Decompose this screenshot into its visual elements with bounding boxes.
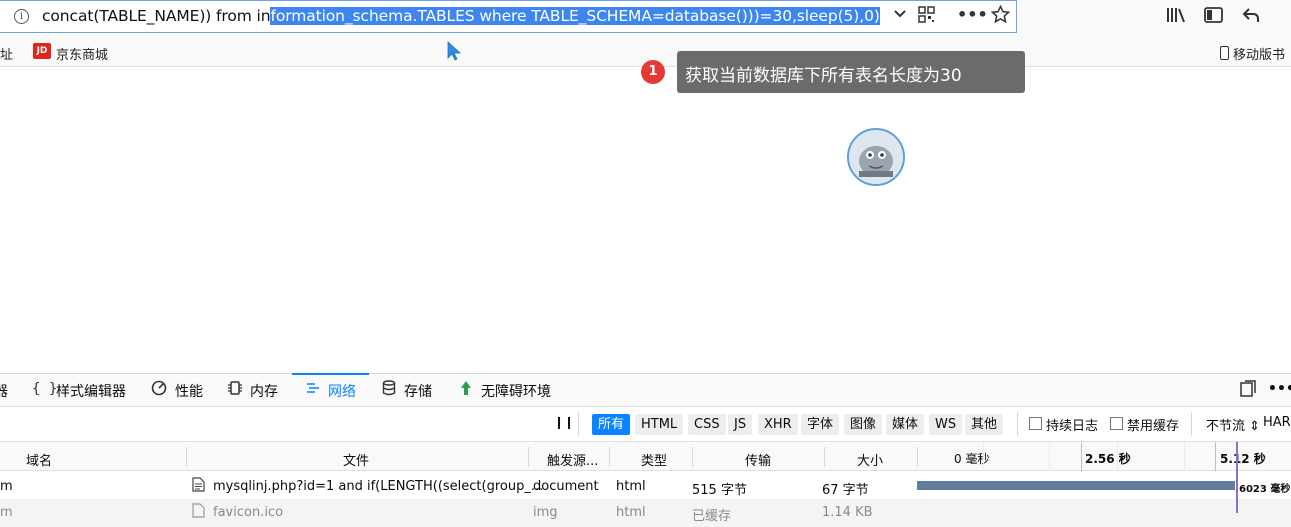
divider	[578, 412, 579, 436]
network-icon	[305, 380, 321, 400]
waterfall-bar	[917, 481, 1235, 490]
tab-accessibility[interactable]: 无障碍环境	[481, 381, 551, 401]
timeline-tick-0: 0 毫秒	[954, 452, 990, 466]
document-icon	[192, 477, 205, 496]
cell-type: html	[616, 479, 646, 494]
cell-domain: m	[0, 479, 13, 494]
filter-js[interactable]: JS	[728, 414, 753, 435]
active-tab-indicator	[292, 373, 369, 375]
tab-inspector[interactable]: 器	[0, 381, 8, 401]
persist-log-label: 持续日志	[1046, 419, 1099, 434]
tab-style-editor[interactable]: 样式编辑器	[56, 381, 126, 401]
info-icon[interactable]: i	[14, 9, 29, 24]
cell-transferred: 515 字节	[692, 483, 747, 498]
disable-cache-checkbox[interactable]	[1110, 417, 1123, 430]
bookmark-jd[interactable]: 京东商城	[56, 44, 108, 63]
tab-performance[interactable]: 性能	[175, 381, 203, 401]
loading-mascot-icon	[847, 128, 905, 186]
column-transferred[interactable]: 传输	[745, 450, 771, 469]
table-row[interactable]: m favicon.ico img html 已缓存 1.14 KB	[0, 499, 1291, 527]
memory-icon	[227, 380, 243, 400]
star-icon[interactable]	[990, 4, 1011, 28]
library-icon[interactable]	[1166, 6, 1186, 29]
divider	[692, 447, 693, 467]
back-icon[interactable]	[1241, 6, 1261, 29]
tab-network[interactable]: 网络	[328, 381, 356, 401]
filter-media[interactable]: 媒体	[886, 414, 925, 435]
qr-code-icon[interactable]	[918, 6, 935, 27]
divider	[528, 447, 529, 467]
performance-icon	[151, 380, 167, 400]
cell-cause: document	[533, 479, 599, 494]
column-cause[interactable]: 触发源...	[547, 450, 598, 469]
sidebar-icon[interactable]	[1204, 6, 1223, 29]
more-icon[interactable]: •••	[957, 5, 988, 24]
phone-icon	[1220, 46, 1229, 60]
cell-size: 67 字节	[822, 483, 869, 498]
divider	[917, 447, 918, 467]
pause-icon[interactable]: ❙❙	[554, 415, 574, 429]
url-text-selection: formation_schema.TABLES where TABLE_SCHE…	[270, 7, 880, 25]
divider	[609, 447, 610, 467]
url-text-unselected: concat(TABLE_NAME)) from in	[42, 7, 271, 25]
storage-icon	[382, 380, 396, 400]
filter-other[interactable]: 其他	[965, 414, 1004, 435]
divider	[1191, 412, 1192, 436]
column-file[interactable]: 文件	[343, 450, 369, 469]
filter-css[interactable]: CSS	[688, 414, 726, 435]
throttle-select[interactable]: 不节流 ⇕	[1206, 415, 1260, 434]
url-text[interactable]: concat(TABLE_NAME)) from information_sch…	[42, 7, 880, 25]
divider	[824, 447, 825, 467]
filter-ws[interactable]: WS	[929, 414, 963, 435]
disable-cache-label: 禁用缓存	[1127, 419, 1180, 434]
cell-duration: 6023 毫秒	[1239, 484, 1291, 495]
column-domain[interactable]: 域名	[26, 450, 52, 469]
column-size[interactable]: 大小	[857, 450, 883, 469]
tab-storage[interactable]: 存储	[404, 381, 432, 401]
filter-html[interactable]: HTML	[635, 414, 684, 435]
divider	[1017, 412, 1018, 436]
jd-logo-icon[interactable]: JD	[33, 43, 51, 59]
timeline-tick-1: 2.56 秒	[1085, 452, 1131, 466]
persist-log-checkbox[interactable]	[1029, 417, 1042, 430]
filter-images[interactable]: 图像	[844, 414, 883, 435]
filter-xhr[interactable]: XHR	[758, 414, 798, 435]
accessibility-icon	[459, 380, 473, 400]
filter-all[interactable]: 所有	[592, 414, 631, 435]
tab-memory[interactable]: 内存	[250, 381, 278, 401]
bookmark-address[interactable]: 網址	[0, 44, 13, 63]
cell-transferred: 已缓存	[692, 509, 732, 524]
timeline-tick-2: 5.12 秒	[1220, 452, 1266, 466]
cell-file: mysqlinj.php?id=1 and if(LENGTH((select(…	[213, 479, 544, 494]
divider	[186, 447, 187, 467]
column-type[interactable]: 类型	[641, 450, 667, 469]
bookmark-mobile-label: 移动版书	[1233, 48, 1286, 63]
annotation-text: 获取当前数据库下所有表名长度为30	[685, 66, 962, 86]
chevron-down-icon[interactable]	[892, 5, 908, 25]
devtools-more-icon[interactable]: •••	[1268, 381, 1291, 397]
filter-fonts[interactable]: 字体	[801, 414, 840, 435]
timeline-marker	[1236, 442, 1238, 513]
har-menu[interactable]: HAR	[1263, 415, 1291, 430]
dock-icon[interactable]	[1240, 380, 1256, 402]
style-editor-icon: { }	[32, 381, 58, 397]
mouse-cursor-icon	[446, 40, 462, 66]
annotation-badge: 1	[641, 60, 665, 84]
bookmark-mobile[interactable]: 移动版书	[1220, 44, 1285, 63]
